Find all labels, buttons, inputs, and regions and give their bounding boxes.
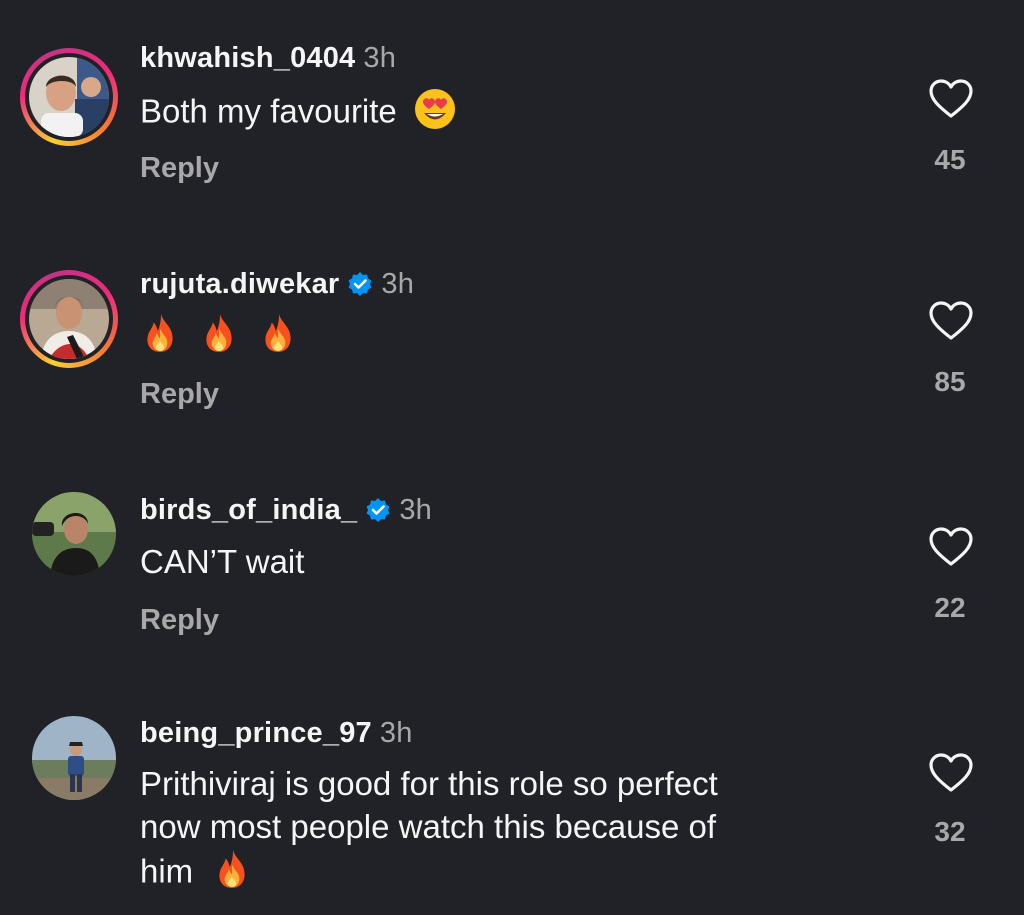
comment-username[interactable]: birds_of_india_ 3h (140, 494, 432, 527)
like-heart-icon[interactable] (928, 78, 974, 120)
like-count: 32 (934, 816, 966, 847)
comment-time: 3h (381, 268, 415, 300)
like-heart-icon[interactable] (928, 526, 974, 568)
like-heart-icon[interactable] (928, 300, 974, 342)
verified-badge-icon (365, 497, 392, 523)
comment-text (140, 312, 860, 364)
comment-text: Prithiviraj is good for this role so per… (140, 762, 860, 900)
comment-text-line: him (140, 848, 860, 900)
avatar (29, 279, 109, 359)
reply-button[interactable]: Reply (140, 378, 219, 411)
like-heart-icon[interactable] (928, 752, 974, 794)
comment-username[interactable]: being_prince_97 3h (140, 717, 413, 750)
avatar[interactable] (32, 492, 116, 576)
like-count: 22 (934, 592, 966, 623)
avatar (29, 57, 109, 137)
comment-time: 3h (399, 494, 432, 526)
like-count: 85 (934, 366, 966, 397)
avatar-story-ring[interactable] (20, 48, 118, 146)
avatar-story-ring[interactable] (20, 270, 118, 368)
comment-time: 3h (363, 42, 397, 74)
comment-time: 3h (379, 717, 413, 749)
like-count: 45 (934, 144, 966, 175)
comment-username[interactable]: khwahish_0404 3h (140, 42, 396, 75)
fire-emoji-icon (140, 312, 180, 364)
comment-text: Both my favourite (140, 88, 860, 140)
reply-button[interactable]: Reply (140, 604, 219, 637)
comment-text-line: Prithiviraj is good for this role so per… (140, 765, 718, 802)
verified-badge-icon (347, 271, 374, 297)
fire-emoji-icon (258, 312, 298, 364)
comment-text-line: now most people watch this because of (140, 808, 717, 845)
fire-emoji-icon (212, 848, 252, 900)
fire-emoji-icon (199, 312, 239, 364)
reply-button[interactable]: Reply (140, 152, 219, 185)
heart-eyes-emoji-icon (414, 88, 456, 140)
comment-text: CAN’T wait (140, 543, 305, 580)
comment-username[interactable]: rujuta.diwekar 3h (140, 268, 414, 301)
avatar[interactable] (32, 716, 116, 800)
